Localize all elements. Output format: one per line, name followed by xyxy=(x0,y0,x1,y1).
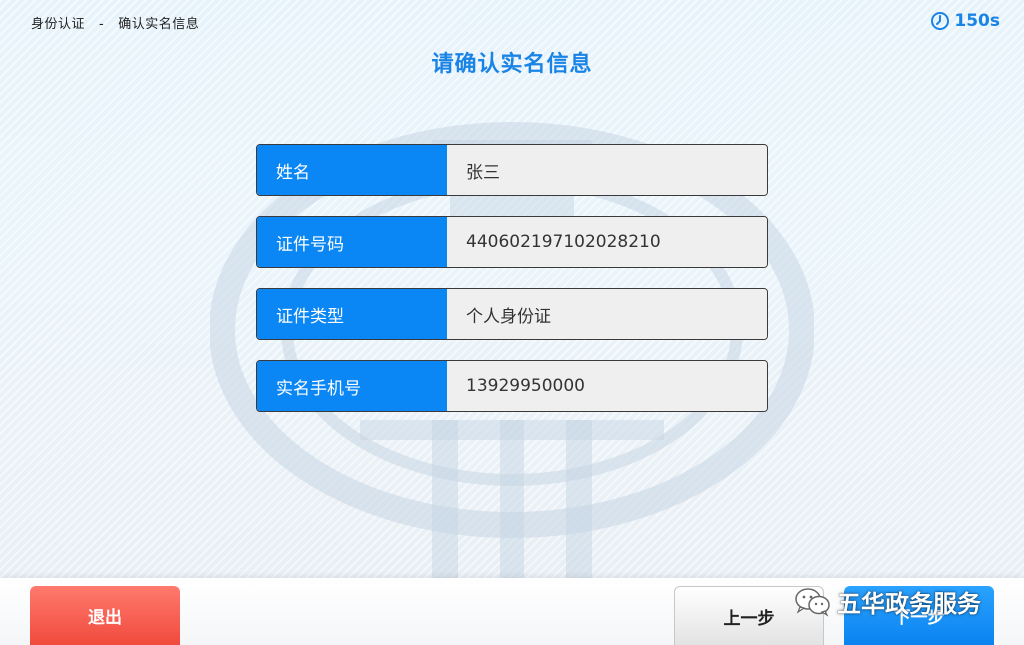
info-label: 姓名 xyxy=(257,145,447,195)
info-label: 证件类型 xyxy=(257,289,447,339)
info-value: 张三 xyxy=(447,145,767,195)
exit-button[interactable]: 退出 xyxy=(30,586,180,645)
countdown-timer: 150s xyxy=(930,11,1000,31)
wechat-icon xyxy=(795,587,830,617)
account-watermark: 五华政务服务 xyxy=(793,584,981,619)
info-label: 证件号码 xyxy=(257,217,447,267)
info-label: 实名手机号 xyxy=(257,361,447,411)
info-list: 姓名 张三 证件号码 440602197102028210 证件类型 个人身份证… xyxy=(256,144,768,432)
page-title: 请确认实名信息 xyxy=(431,52,593,77)
info-row-id-number: 证件号码 440602197102028210 xyxy=(256,216,768,268)
timer-value: 150s xyxy=(954,11,1000,31)
breadcrumb: 身份认证 - 确认实名信息 xyxy=(31,13,199,32)
info-row-id-type: 证件类型 个人身份证 xyxy=(256,288,768,340)
info-row-name: 姓名 张三 xyxy=(256,144,768,196)
clock-icon xyxy=(931,12,950,30)
watermark-text: 五华政务服务 xyxy=(837,590,981,618)
breadcrumb-step-confirm: 确认实名信息 xyxy=(118,17,200,32)
breadcrumb-step-identity: 身份认证 xyxy=(31,17,86,32)
info-value: 13929950000 xyxy=(447,361,767,411)
breadcrumb-separator: - xyxy=(99,17,105,32)
info-value: 个人身份证 xyxy=(447,289,767,339)
info-value: 440602197102028210 xyxy=(447,217,767,267)
info-row-phone: 实名手机号 13929950000 xyxy=(256,360,768,412)
